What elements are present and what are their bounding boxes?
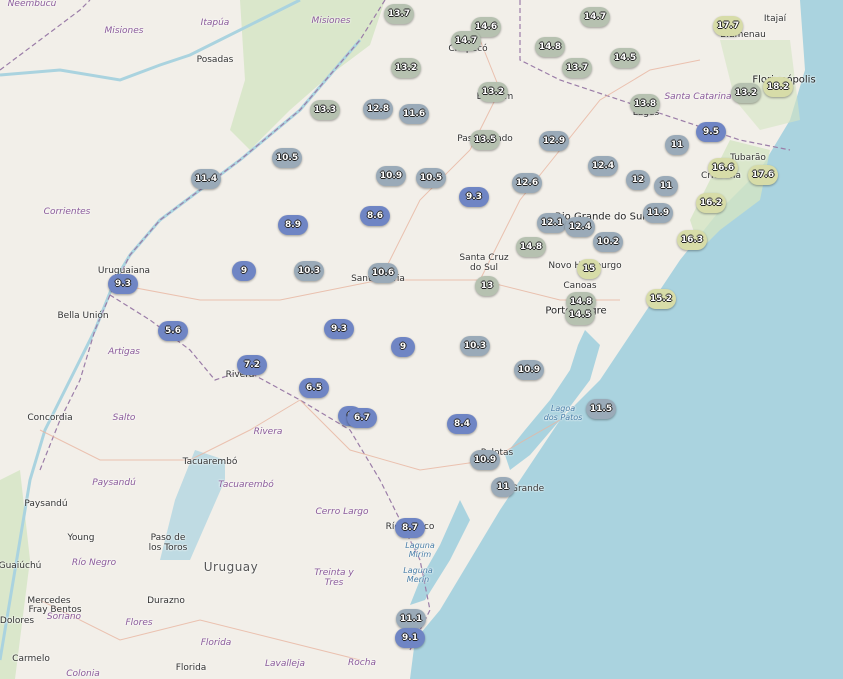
temperature-marker[interactable]: 10.3 [460,336,490,356]
temperature-marker[interactable]: 6.5 [299,378,329,398]
temperature-marker[interactable]: 8.4 [447,414,477,434]
temperature-marker[interactable]: 9.1 [395,628,425,648]
temperature-marker[interactable]: 10.6 [368,263,398,283]
temperature-marker[interactable]: 11 [491,477,515,497]
temperature-marker[interactable]: 9.3 [459,187,489,207]
temperature-marker[interactable]: 15.2 [646,289,676,309]
temperature-marker[interactable]: 12 [626,170,650,190]
temperature-marker[interactable]: 18.2 [763,77,793,97]
temperature-marker[interactable]: 12.4 [588,156,618,176]
temperature-marker[interactable]: 11.4 [191,169,221,189]
temperature-marker[interactable]: 10.9 [514,360,544,380]
temperature-marker[interactable]: 14.5 [610,48,640,68]
temperature-marker[interactable]: 13.5 [470,130,500,150]
temperature-marker[interactable]: 13 [475,276,499,296]
temperature-marker[interactable]: 11.1 [396,609,426,629]
basemap [0,0,843,679]
temperature-marker[interactable]: 8.7 [395,518,425,538]
temperature-marker[interactable]: 12.9 [539,131,569,151]
temperature-marker[interactable]: 11.9 [643,203,673,223]
temperature-marker[interactable]: 9.5 [696,122,726,142]
temperature-marker[interactable]: 17.6 [748,165,778,185]
temperature-marker[interactable]: 17.7 [713,16,743,36]
temperature-marker[interactable]: 10.2 [593,232,623,252]
temperature-marker[interactable]: 14.7 [451,31,481,51]
map-view[interactable]: Neembucú Itapúa Misiones Misiones Posadas Cor… [0,0,843,679]
temperature-marker[interactable]: 14.7 [580,7,610,27]
temperature-marker[interactable]: 11 [654,176,678,196]
temperature-marker[interactable]: 16.3 [677,230,707,250]
temperature-marker[interactable]: 6.7 [347,408,377,428]
temperature-marker[interactable]: 14.8 [535,37,565,57]
temperature-marker[interactable]: 13.8 [630,94,660,114]
temperature-marker[interactable]: 11 [665,135,689,155]
temperature-marker[interactable]: 14.5 [565,305,595,325]
temperature-marker[interactable]: 9.3 [324,319,354,339]
temperature-marker[interactable]: 9 [391,337,415,357]
temperature-marker[interactable]: 10.3 [294,261,324,281]
temperature-marker[interactable]: 11.6 [399,104,429,124]
temperature-marker[interactable]: 12.1 [537,213,567,233]
temperature-marker[interactable]: 13.2 [478,82,508,102]
temperature-marker[interactable]: 12.8 [363,99,393,119]
temperature-marker[interactable]: 13.2 [391,58,421,78]
temperature-marker[interactable]: 15 [577,259,601,279]
temperature-marker[interactable]: 13.3 [310,100,340,120]
temperature-marker[interactable]: 16.2 [696,193,726,213]
temperature-marker[interactable]: 13.2 [731,83,761,103]
temperature-marker[interactable]: 10.9 [376,166,406,186]
temperature-marker[interactable]: 9.3 [108,274,138,294]
temperature-marker[interactable]: 8.6 [360,206,390,226]
temperature-marker[interactable]: 7.2 [237,355,267,375]
temperature-marker[interactable]: 10.5 [416,168,446,188]
temperature-marker[interactable]: 13.7 [384,4,414,24]
temperature-marker[interactable]: 14.8 [516,237,546,257]
temperature-marker[interactable]: 16.6 [708,158,738,178]
temperature-marker[interactable]: 11.5 [586,399,616,419]
temperature-marker[interactable]: 13.7 [562,58,592,78]
temperature-marker[interactable]: 5.6 [158,321,188,341]
temperature-marker[interactable]: 12.4 [565,217,595,237]
temperature-marker[interactable]: 9 [232,261,256,281]
temperature-marker[interactable]: 8.9 [278,215,308,235]
temperature-marker[interactable]: 10.9 [470,450,500,470]
temperature-marker[interactable]: 10.5 [272,148,302,168]
temperature-marker[interactable]: 12.6 [512,173,542,193]
